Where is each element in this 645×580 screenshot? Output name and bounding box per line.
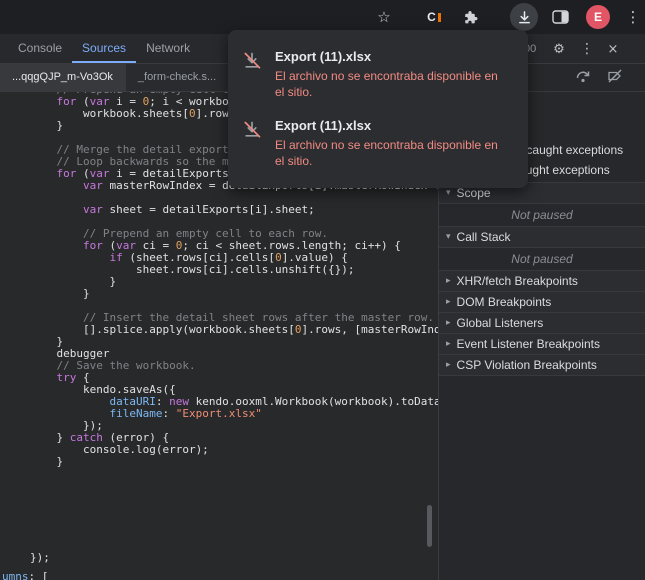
code-line [30,540,438,552]
settings-gear-icon[interactable]: ⚙ [548,34,570,64]
section-label: Event Listener Breakpoints [457,337,600,351]
browser-menu-icon[interactable]: ⋮ [621,5,645,29]
chevron-down-icon: ▾ [446,188,451,198]
scrollbar-thumb[interactable] [427,505,432,547]
screen: ☆ C E ⋮ ConsoleSourcesNetwork 0 0 ⚙ ⋮ × .… [0,0,645,580]
code-token: var [83,203,103,216]
code-line [30,516,438,528]
download-filename: Export (11).xlsx [275,118,509,133]
code-token: } [30,287,90,300]
section-placeholder: Not paused [439,248,645,271]
code-line: } [30,288,438,300]
devtools-tab-network[interactable]: Network [136,34,200,63]
code-token: sheet = detailExports[i].sheet; [103,203,315,216]
section-label: Global Listeners [457,316,544,330]
code-token: : [ [29,570,49,580]
code-token: var [83,179,103,192]
code-line: } [30,456,438,468]
download-arrow-icon [517,10,532,25]
code-line [30,480,438,492]
puzzle-glyph [462,9,478,25]
code-line: } [30,276,438,288]
code-token: 0 [295,323,302,336]
download-item-0[interactable]: Export (11).xlsx El archivo no se encontr… [228,40,528,109]
deactivate-breakpoints-icon[interactable] [607,68,623,87]
devtools-tab-console[interactable]: Console [8,34,72,63]
file-tab-1[interactable]: _form-check.s... [126,64,229,91]
code-line: }); [30,552,438,564]
deactivate-breakpoints-glyph [607,68,623,84]
code-token: }); [30,551,50,564]
code-line: [].splice.apply(workbook.sheets[0].rows,… [30,324,438,336]
file-tab-0[interactable]: ...qqgQJP_m-Vo3Ok [0,64,126,91]
section-header-global-listeners[interactable]: ▸ Global Listeners [439,313,645,334]
extension-c-icon[interactable]: C [422,5,446,29]
download-filename: Export (11).xlsx [275,49,509,64]
download-error-message: El archivo no se encontraba disponible e… [275,137,509,169]
code-line [30,492,438,504]
chevron-right-icon: ▸ [446,339,451,349]
chevron-right-icon: ▸ [446,276,451,286]
extension-letter: C [427,10,436,24]
download-error-message: El archivo no se encontraba disponible e… [275,68,509,100]
code-token: "Export.xlsx" [176,407,262,420]
chevron-down-icon: ▾ [446,232,451,242]
code-token [30,203,83,216]
devtools-tabs: ConsoleSourcesNetwork [0,34,200,63]
debugger-sections: ▾ Scope Not paused ▾ Call Stack Not paused ▸ XH… [439,182,645,376]
code-token: ].rows, [masterRowIndex + [302,323,438,336]
blocked-download-icon [242,120,262,169]
downloads-button[interactable] [510,3,538,31]
blocked-download-icon [242,51,262,100]
code-token: [].splice.apply(workbook.sheets[ [30,323,295,336]
step-icon[interactable] [575,68,591,87]
code-line: console.log(error); [30,444,438,456]
section-label: DOM Breakpoints [457,295,552,309]
section-header-csp-violation-breakpoints[interactable]: ▸ CSP Violation Breakpoints [439,355,645,376]
blocked-download-glyph [242,51,262,71]
code-line: // Save the workbook. [30,360,438,372]
section-label: Scope [457,186,491,200]
extensions-puzzle-icon[interactable] [458,5,482,29]
profile-avatar[interactable]: E [586,5,610,29]
devtools-close-icon[interactable]: × [603,34,623,64]
browser-toolbar: ☆ C E ⋮ [0,0,645,34]
extension-c-glyph: C [427,10,441,24]
code-token [30,179,83,192]
code-line: var sheet = detailExports[i].sheet; [30,204,438,216]
step-glyph [575,68,591,84]
code-line [30,504,438,516]
blocked-download-glyph [242,120,262,140]
chevron-right-icon: ▸ [446,297,451,307]
downloads-popup: Export (11).xlsx El archivo no se encontr… [228,30,528,188]
download-item-text: Export (11).xlsx El archivo no se encontr… [275,49,509,100]
extension-accent [438,13,441,22]
section-label: Call Stack [457,230,511,244]
clipped-code-line: umns: [ [2,571,48,580]
section-header-dom-breakpoints[interactable]: ▸ DOM Breakpoints [439,292,645,313]
section-header-event-listener-breakpoints[interactable]: ▸ Event Listener Breakpoints [439,334,645,355]
code-token: : [162,407,175,420]
devtools-tab-sources[interactable]: Sources [72,34,136,63]
code-token: fileName [109,407,162,420]
side-panel-icon[interactable] [548,5,572,29]
bookmark-star-icon[interactable]: ☆ [372,5,396,29]
code-line [30,468,438,480]
download-item-text: Export (11).xlsx El archivo no se encontr… [275,118,509,169]
download-item-1[interactable]: Export (11).xlsx El archivo no se encontr… [228,109,528,178]
section-placeholder: Not paused [439,204,645,227]
devtools-menu-icon[interactable]: ⋮ [578,34,596,64]
section-label: CSP Violation Breakpoints [457,358,597,372]
side-panel-glyph [552,10,569,24]
code-line [30,528,438,540]
code-token: umns [2,570,29,580]
section-header-call-stack[interactable]: ▾ Call Stack [439,227,645,248]
chevron-right-icon: ▸ [446,360,451,370]
section-header-xhr-fetch-breakpoints[interactable]: ▸ XHR/fetch Breakpoints [439,271,645,292]
section-label: XHR/fetch Breakpoints [457,274,578,288]
code-token: 0 [189,107,196,120]
chevron-right-icon: ▸ [446,318,451,328]
